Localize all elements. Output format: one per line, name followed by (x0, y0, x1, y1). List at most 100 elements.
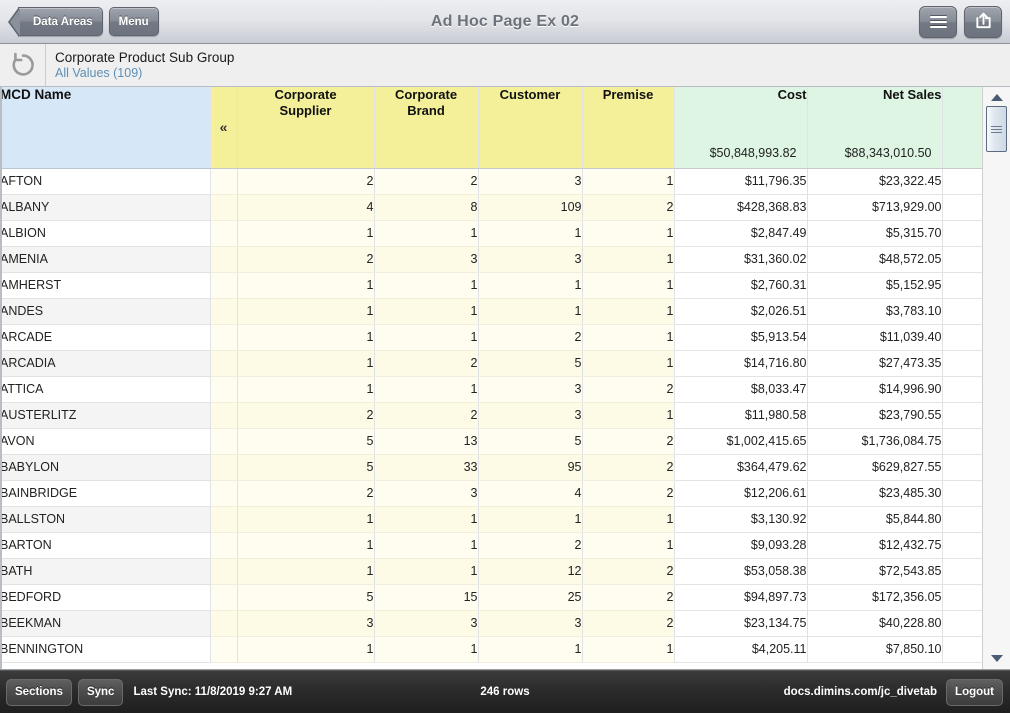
cell-net-sales[interactable]: $1,736,084.75 (807, 428, 942, 454)
cell-mcd-name[interactable]: ATTICA (0, 376, 210, 402)
table-row[interactable]: AVON51352$1,002,415.65$1,736,084.75 (0, 428, 982, 454)
cell-corporate-brand[interactable]: 1 (374, 558, 478, 584)
cell-customer[interactable]: 12 (478, 558, 582, 584)
cell-cost[interactable]: $11,796.35 (674, 168, 807, 194)
table-row[interactable]: BABYLON533952$364,479.62$629,827.55 (0, 454, 982, 480)
table-row[interactable]: BENNINGTON1111$4,205.11$7,850.10 (0, 636, 982, 662)
cell-cost[interactable]: $9,093.28 (674, 532, 807, 558)
cell-premise[interactable]: 2 (582, 480, 674, 506)
cell-cost[interactable]: $2,026.51 (674, 298, 807, 324)
cell-cost[interactable]: $12,206.61 (674, 480, 807, 506)
table-row[interactable]: ARCADIA1251$14,716.80$27,473.35 (0, 350, 982, 376)
cell-cost[interactable]: $14,716.80 (674, 350, 807, 376)
cell-premise[interactable]: 1 (582, 506, 674, 532)
cell-net-sales[interactable]: $40,228.80 (807, 610, 942, 636)
cell-cost[interactable]: $4,205.11 (674, 636, 807, 662)
refresh-button[interactable] (0, 44, 46, 86)
cell-cost[interactable]: $23,134.75 (674, 610, 807, 636)
cell-customer[interactable]: 1 (478, 220, 582, 246)
cell-mcd-name[interactable]: AVON (0, 428, 210, 454)
cell-mcd-name[interactable]: BABYLON (0, 454, 210, 480)
cell-corporate-brand[interactable]: 1 (374, 506, 478, 532)
vertical-scrollbar[interactable] (982, 87, 1010, 669)
table-row[interactable]: BATH11122$53,058.38$72,543.85 (0, 558, 982, 584)
cell-corporate-supplier[interactable]: 1 (237, 558, 374, 584)
cell-premise[interactable]: 1 (582, 272, 674, 298)
cell-net-sales[interactable]: $23,322.45 (807, 168, 942, 194)
cell-premise[interactable]: 1 (582, 220, 674, 246)
dimension-selection-link[interactable]: All Values (109) (55, 66, 234, 81)
cell-premise[interactable]: 2 (582, 558, 674, 584)
cell-corporate-supplier[interactable]: 1 (237, 298, 374, 324)
cell-customer[interactable]: 1 (478, 298, 582, 324)
cell-mcd-name[interactable]: BAINBRIDGE (0, 480, 210, 506)
cell-customer[interactable]: 1 (478, 506, 582, 532)
cell-corporate-brand[interactable]: 1 (374, 220, 478, 246)
column-header-net-sales[interactable]: Net Sales $88,343,010.50 (807, 87, 942, 168)
cell-corporate-supplier[interactable]: 1 (237, 506, 374, 532)
cell-premise[interactable]: 1 (582, 168, 674, 194)
cell-premise[interactable]: 2 (582, 428, 674, 454)
cell-net-sales[interactable]: $14,996.90 (807, 376, 942, 402)
scroll-down-arrow[interactable] (983, 650, 1010, 667)
cell-customer[interactable]: 4 (478, 480, 582, 506)
cell-customer[interactable]: 95 (478, 454, 582, 480)
cell-net-sales[interactable]: $172,356.05 (807, 584, 942, 610)
cell-corporate-brand[interactable]: 2 (374, 402, 478, 428)
cell-premise[interactable]: 2 (582, 194, 674, 220)
sync-button[interactable]: Sync (78, 679, 124, 706)
cell-customer[interactable]: 1 (478, 272, 582, 298)
cell-corporate-brand[interactable]: 33 (374, 454, 478, 480)
table-row[interactable]: AMENIA2331$31,360.02$48,572.05 (0, 246, 982, 272)
cell-customer[interactable]: 25 (478, 584, 582, 610)
main-menu-button[interactable] (919, 6, 957, 38)
cell-premise[interactable]: 2 (582, 454, 674, 480)
cell-premise[interactable]: 1 (582, 246, 674, 272)
cell-net-sales[interactable]: $5,844.80 (807, 506, 942, 532)
table-row[interactable]: BALLSTON1111$3,130.92$5,844.80 (0, 506, 982, 532)
cell-corporate-supplier[interactable]: 4 (237, 194, 374, 220)
table-row[interactable]: ALBANY481092$428,368.83$713,929.00 (0, 194, 982, 220)
cell-corporate-supplier[interactable]: 1 (237, 376, 374, 402)
cell-cost[interactable]: $11,980.58 (674, 402, 807, 428)
cell-cost[interactable]: $364,479.62 (674, 454, 807, 480)
cell-corporate-brand[interactable]: 15 (374, 584, 478, 610)
cell-corporate-brand[interactable]: 1 (374, 324, 478, 350)
table-row[interactable]: BEDFORD515252$94,897.73$172,356.05 (0, 584, 982, 610)
cell-customer[interactable]: 109 (478, 194, 582, 220)
cell-mcd-name[interactable]: BENNINGTON (0, 636, 210, 662)
cell-premise[interactable]: 2 (582, 610, 674, 636)
sections-button[interactable]: Sections (6, 679, 72, 706)
cell-corporate-supplier[interactable]: 5 (237, 584, 374, 610)
cell-mcd-name[interactable]: BALLSTON (0, 506, 210, 532)
cell-cost[interactable]: $94,897.73 (674, 584, 807, 610)
cell-net-sales[interactable]: $713,929.00 (807, 194, 942, 220)
cell-cost[interactable]: $1,002,415.65 (674, 428, 807, 454)
cell-corporate-supplier[interactable]: 2 (237, 246, 374, 272)
cell-mcd-name[interactable]: ALBION (0, 220, 210, 246)
cell-corporate-brand[interactable]: 3 (374, 246, 478, 272)
cell-corporate-supplier[interactable]: 1 (237, 324, 374, 350)
scrollbar-thumb[interactable] (986, 106, 1007, 152)
cell-cost[interactable]: $2,760.31 (674, 272, 807, 298)
cell-corporate-brand[interactable]: 2 (374, 350, 478, 376)
cell-mcd-name[interactable]: ALBANY (0, 194, 210, 220)
cell-premise[interactable]: 1 (582, 402, 674, 428)
cell-net-sales[interactable]: $5,152.95 (807, 272, 942, 298)
cell-premise[interactable]: 2 (582, 584, 674, 610)
cell-corporate-supplier[interactable]: 3 (237, 610, 374, 636)
cell-mcd-name[interactable]: ANDES (0, 298, 210, 324)
cell-corporate-brand[interactable]: 3 (374, 610, 478, 636)
cell-corporate-brand[interactable]: 1 (374, 272, 478, 298)
table-row[interactable]: ALBION1111$2,847.49$5,315.70 (0, 220, 982, 246)
column-header-customer[interactable]: Customer (478, 87, 582, 168)
cell-corporate-supplier[interactable]: 2 (237, 480, 374, 506)
cell-net-sales[interactable]: $11,039.40 (807, 324, 942, 350)
cell-net-sales[interactable]: $12,432.75 (807, 532, 942, 558)
cell-net-sales[interactable]: $3,783.10 (807, 298, 942, 324)
cell-corporate-brand[interactable]: 3 (374, 480, 478, 506)
cell-corporate-brand[interactable]: 1 (374, 376, 478, 402)
cell-corporate-supplier[interactable]: 2 (237, 168, 374, 194)
cell-corporate-supplier[interactable]: 1 (237, 636, 374, 662)
cell-mcd-name[interactable]: AUSTERLITZ (0, 402, 210, 428)
